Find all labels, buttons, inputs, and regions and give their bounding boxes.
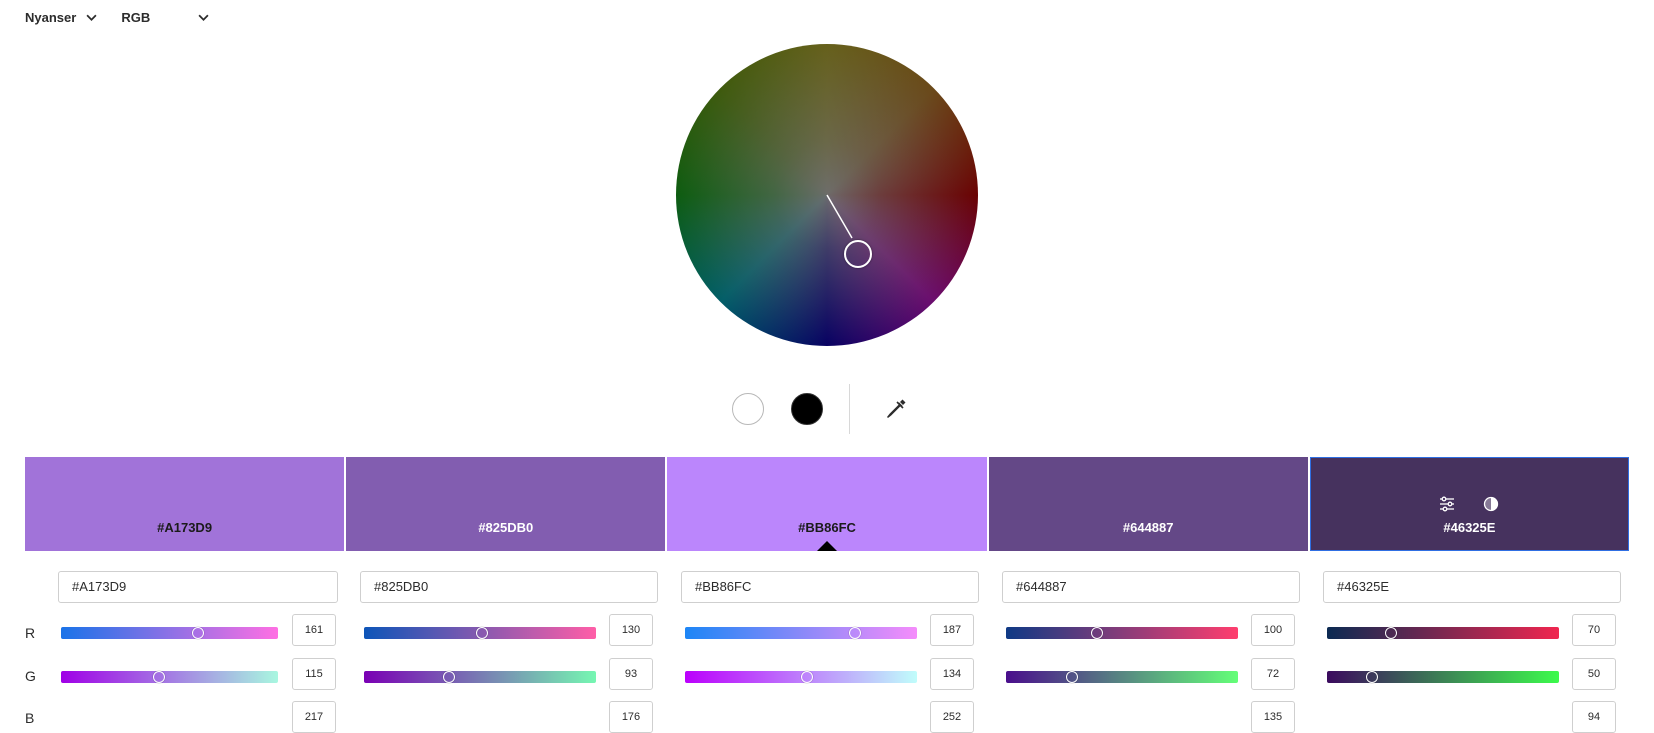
- slider-g-thumb[interactable]: [1065, 671, 1078, 683]
- channel-g-value[interactable]: 50: [1572, 658, 1616, 690]
- slider-g-thumb[interactable]: [800, 671, 813, 683]
- swatch-3-base[interactable]: #BB86FC: [667, 457, 987, 551]
- swatch-1[interactable]: #A173D9: [25, 457, 345, 551]
- slider-r-track[interactable]: [364, 627, 596, 639]
- channel-r-value[interactable]: 70: [1572, 614, 1616, 646]
- color-model-dropdown[interactable]: RGB: [121, 10, 209, 25]
- swatch-hex: #BB86FC: [798, 520, 856, 535]
- color-wheel-handle[interactable]: [844, 240, 872, 268]
- channel-b-value[interactable]: 217: [292, 701, 336, 733]
- channel-label-r: R: [25, 625, 36, 641]
- channel-r-value[interactable]: 130: [609, 614, 653, 646]
- slider-r-thumb[interactable]: [476, 627, 489, 639]
- slider-r-track[interactable]: [1006, 627, 1238, 639]
- sliders-icon[interactable]: [1439, 496, 1455, 512]
- channel-g-value[interactable]: 93: [609, 658, 653, 690]
- swatch-2[interactable]: #825DB0: [346, 457, 666, 551]
- slider-g-track[interactable]: [685, 671, 917, 683]
- swatch-hex: #644887: [1122, 520, 1174, 535]
- palette-swatches: #A173D9 #825DB0 #BB86FC #644887 #46325E: [25, 457, 1630, 551]
- slider-r-thumb[interactable]: [1384, 627, 1397, 639]
- channel-g-value[interactable]: 134: [930, 658, 974, 690]
- divider: [849, 384, 850, 434]
- swatch-4[interactable]: #644887: [988, 457, 1308, 551]
- swatch-5[interactable]: #46325E: [1309, 457, 1630, 551]
- color-wheel[interactable]: [676, 44, 978, 346]
- white-swatch-button[interactable]: [732, 393, 764, 425]
- slider-r-track[interactable]: [685, 627, 917, 639]
- channel-b-value[interactable]: 135: [1251, 701, 1295, 733]
- channel-b-value[interactable]: 94: [1572, 701, 1616, 733]
- slider-g-track[interactable]: [61, 671, 278, 683]
- hex-input[interactable]: #825DB0: [360, 571, 658, 603]
- hex-input[interactable]: #46325E: [1323, 571, 1621, 603]
- harmony-mode-label: Nyanser: [25, 10, 77, 25]
- channel-label-b: B: [25, 710, 35, 726]
- slider-g-track[interactable]: [1327, 671, 1559, 683]
- channel-r-value[interactable]: 100: [1251, 614, 1295, 646]
- channel-b-value[interactable]: 252: [930, 701, 974, 733]
- slider-r-track[interactable]: [1327, 627, 1559, 639]
- swatch-hex: #825DB0: [478, 520, 534, 535]
- channel-label-g: G: [25, 668, 36, 684]
- slider-g-track[interactable]: [1006, 671, 1238, 683]
- slider-r-thumb[interactable]: [192, 627, 204, 639]
- swatch-hex: #46325E: [1443, 520, 1496, 535]
- slider-r-thumb[interactable]: [849, 627, 862, 639]
- slider-g-track[interactable]: [364, 671, 596, 683]
- channel-g-value[interactable]: 115: [292, 658, 336, 690]
- color-model-label: RGB: [121, 10, 151, 25]
- channel-b-value[interactable]: 176: [609, 701, 653, 733]
- swatch-actions: [1439, 496, 1499, 512]
- slider-g-thumb[interactable]: [152, 671, 165, 683]
- slider-r-thumb[interactable]: [1090, 627, 1103, 639]
- channel-r-value[interactable]: 161: [292, 614, 336, 646]
- slider-r-track[interactable]: [61, 627, 278, 639]
- chevron-down-icon: [198, 14, 209, 21]
- hex-input[interactable]: #644887: [1002, 571, 1300, 603]
- slider-g-thumb[interactable]: [1366, 671, 1379, 683]
- hex-input[interactable]: #BB86FC: [681, 571, 979, 603]
- swatch-hex: #A173D9: [157, 520, 213, 535]
- slider-g-thumb[interactable]: [442, 671, 455, 683]
- channel-r-value[interactable]: 187: [930, 614, 974, 646]
- contrast-icon[interactable]: [1483, 496, 1499, 512]
- harmony-mode-dropdown[interactable]: Nyanser: [25, 10, 97, 25]
- toolbar: Nyanser RGB: [25, 10, 209, 25]
- hex-input[interactable]: #A173D9: [58, 571, 338, 603]
- eyedropper-icon[interactable]: [884, 397, 908, 421]
- channel-g-value[interactable]: 72: [1251, 658, 1295, 690]
- black-swatch-button[interactable]: [791, 393, 823, 425]
- color-tools: [732, 384, 908, 434]
- chevron-down-icon: [86, 14, 97, 21]
- color-wheel-disc[interactable]: [676, 44, 978, 346]
